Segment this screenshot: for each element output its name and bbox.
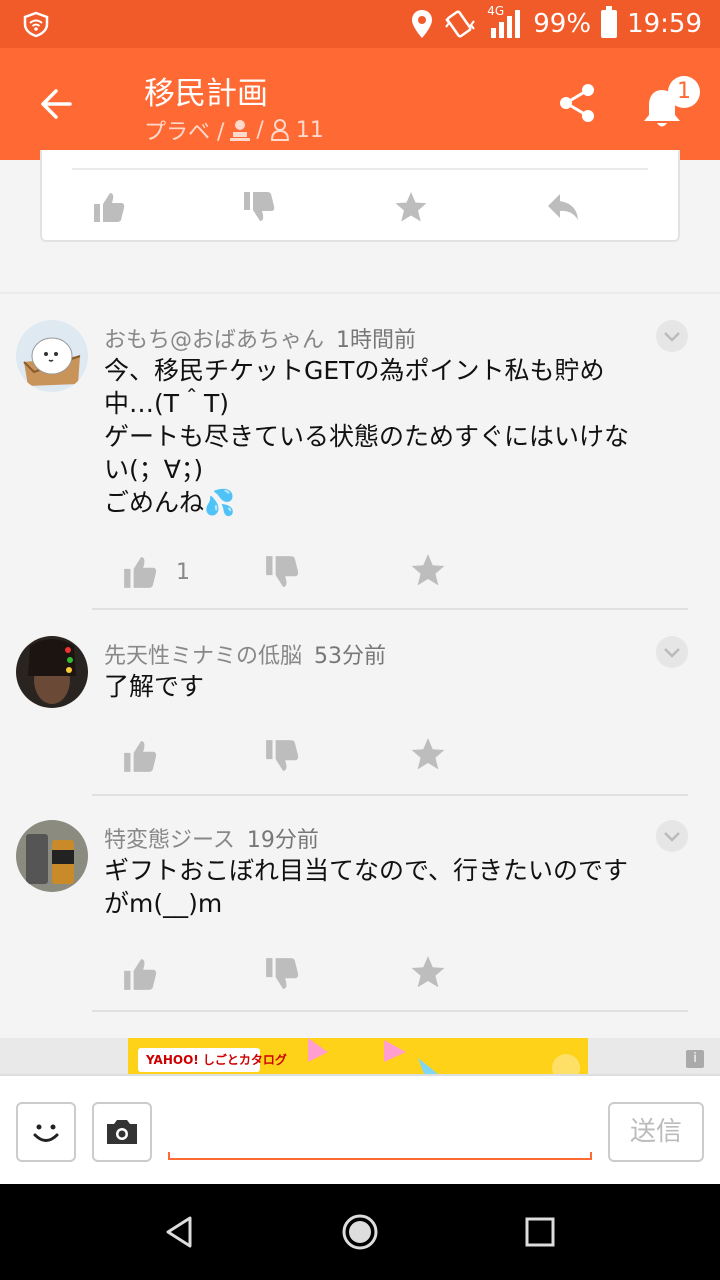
camera-button[interactable] [92,1102,152,1162]
thumbs-up-icon[interactable] [122,554,158,590]
status-bar: 4G 99% 19:59 [0,0,720,48]
star-icon[interactable] [394,190,428,224]
ad-info-icon[interactable]: i [686,1050,704,1068]
ad-strip: YAHOO! しごとカタログ i [0,1038,720,1074]
thumbs-down-icon[interactable] [264,738,300,774]
subtitle-separator: / [256,117,264,143]
comment-text: ギフトおこぼれ目当てなので、行きたいのですがm(__)m [104,856,629,918]
comment-time: 1時間前 [336,328,417,353]
notification-badge: 1 [668,76,700,108]
chevron-down-icon[interactable] [656,820,688,852]
thumbs-up-icon[interactable] [122,956,158,992]
camera-icon [107,1120,137,1144]
nav-home-icon[interactable] [340,1212,380,1252]
nav-back-icon[interactable] [160,1212,200,1252]
message-input[interactable] [168,1106,592,1160]
comment-text: 今、移民チケットGETの為ポイント私も貯め中…(T＾T) ゲートも尽きている状態… [104,356,630,517]
wifi-shield-icon [23,11,49,38]
avatar[interactable] [16,320,88,392]
comment-author[interactable]: おもち@おばあちゃん [104,328,324,353]
comment-text: 了解です [104,672,205,701]
member-icon [270,119,289,141]
comment-author[interactable]: 先天性ミナミの低脳 [104,644,302,669]
thumbs-up-icon[interactable] [92,190,126,224]
comment-meta: おもち@おばあちゃん 1時間前 [104,322,416,354]
send-button[interactable]: 送信 [608,1102,704,1162]
signal-icon: 4G [487,4,523,40]
page-title: 移民計画 [144,76,268,112]
divider [92,608,688,610]
system-nav-bar [0,1184,720,1280]
comment-author[interactable]: 特変態ジース [104,828,235,853]
divider [72,168,648,170]
ad-banner[interactable]: YAHOO! しごとカタログ [128,1038,588,1074]
owner-icon [230,120,251,141]
ad-logo: YAHOO! しごとカタログ [138,1048,287,1072]
divider [92,794,688,796]
network-type: 4G [487,4,505,18]
message-input-bar: 送信 [0,1074,720,1184]
member-count: 11 [295,117,324,143]
app-bar: 移民計画 プラベ / / 11 1 [0,48,720,160]
comment-meta: 先天性ミナミの低脳 53分前 [104,638,386,670]
battery-percent: 99% [533,9,592,39]
comment-time: 53分前 [314,644,387,669]
vibrate-icon [445,10,476,38]
post-card [40,150,680,242]
thumbs-down-icon[interactable] [264,956,300,992]
share-icon[interactable] [556,82,598,124]
avatar-image [16,636,88,708]
section-separator [0,292,720,294]
back-arrow-icon[interactable] [36,84,76,124]
reply-icon[interactable] [546,190,580,224]
star-icon[interactable] [410,736,446,772]
avatar-image [16,320,88,392]
room-subtitle: プラベ / / 11 [144,114,324,146]
avatar[interactable] [16,820,88,892]
clock: 19:59 [627,9,702,39]
thumbs-down-icon[interactable] [264,554,300,590]
comment-time: 19分前 [246,828,319,853]
nav-recents-icon[interactable] [520,1212,560,1252]
chevron-down-icon[interactable] [656,636,688,668]
battery-icon [601,6,618,38]
chevron-down-icon[interactable] [656,320,688,352]
thumbs-up-icon[interactable] [122,738,158,774]
avatar-image [16,820,88,892]
divider [92,1010,688,1012]
smiley-icon [33,1124,59,1142]
room-type: プラベ / [144,120,225,145]
star-icon[interactable] [410,552,446,588]
emoji-button[interactable] [16,1102,76,1162]
thumbs-down-icon[interactable] [242,190,276,224]
star-icon[interactable] [410,954,446,990]
comment-meta: 特変態ジース 19分前 [104,822,319,854]
avatar[interactable] [16,636,88,708]
location-icon [412,10,433,38]
like-count: 1 [176,560,190,585]
